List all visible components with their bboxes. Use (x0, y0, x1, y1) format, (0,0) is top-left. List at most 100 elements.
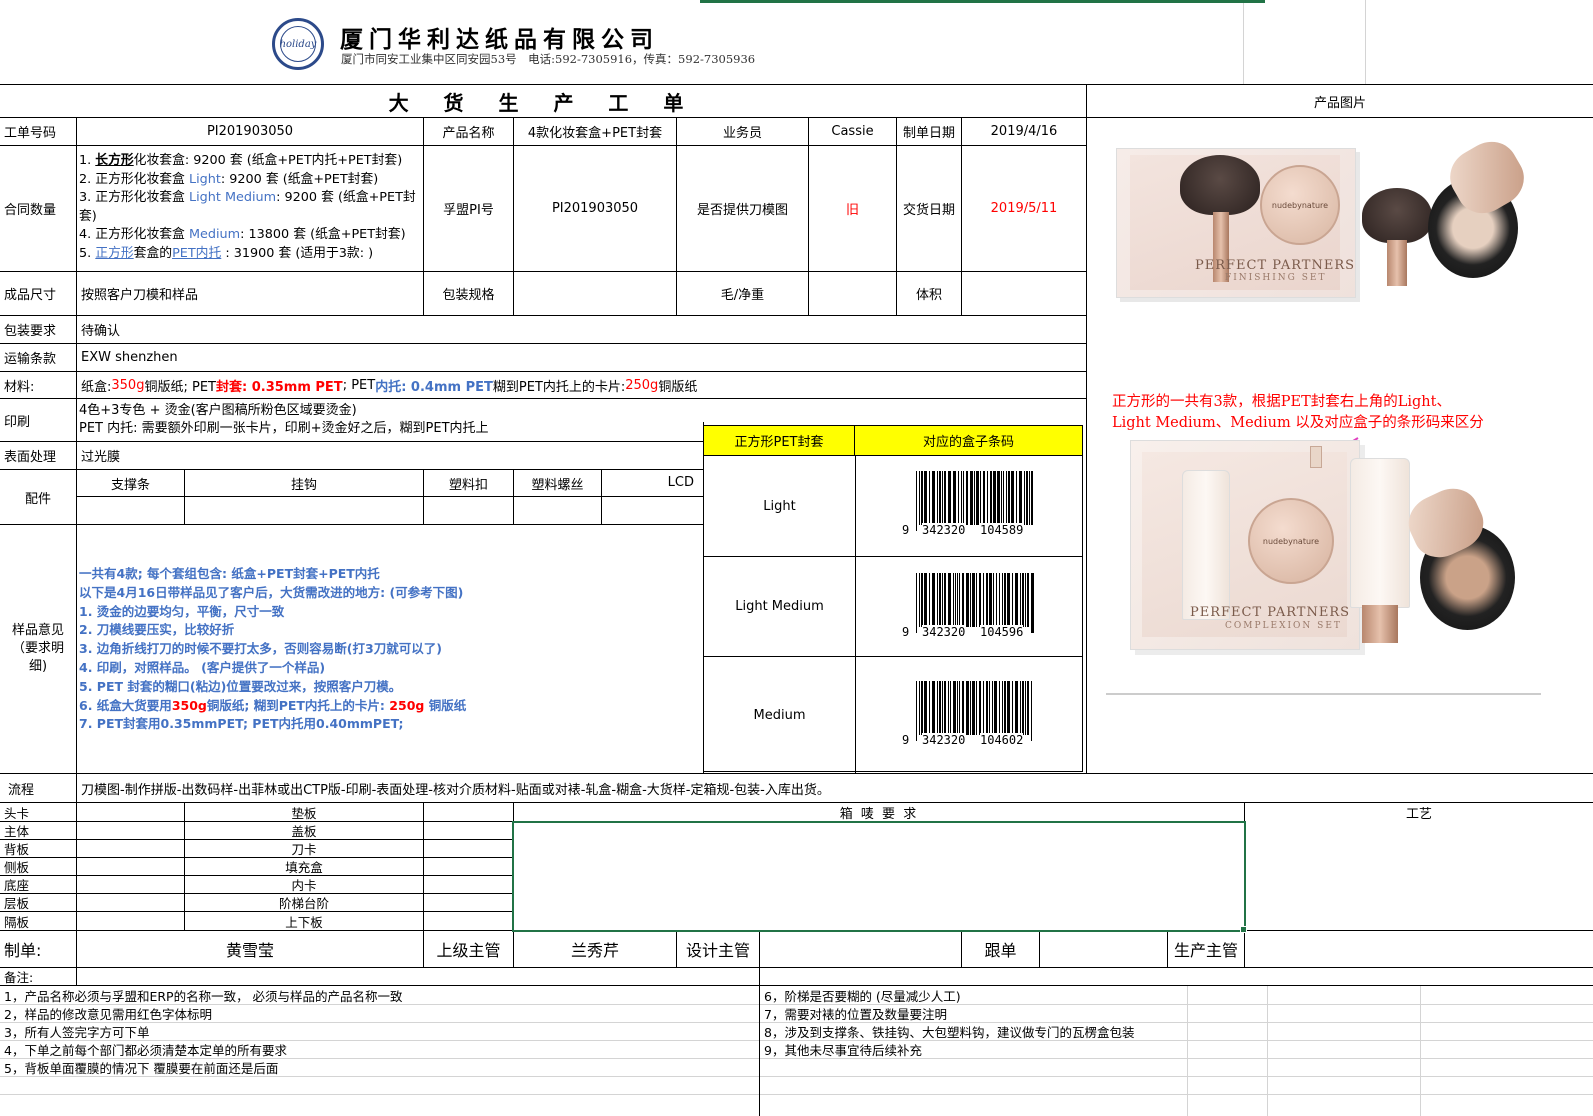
supervisor-value[interactable]: 兰秀芹 (514, 931, 676, 967)
annotation-line-1: 正方形的一共有3款，根据PET封套右上角的Light、 (1112, 394, 1451, 410)
barcode-bar (970, 681, 971, 735)
barcode-bar (937, 573, 938, 627)
pack-req-value[interactable]: 待确认 (77, 316, 677, 343)
barcode-bar (1015, 573, 1018, 627)
barcode-bar (1002, 681, 1003, 735)
salesperson-label: 业务员 (722, 126, 762, 141)
acc-col-support: 支撑条 (110, 477, 150, 493)
sample-note-line: 5. PET 封套的糊口(粘边)位置要改过来，按照客户刀模。 (79, 678, 402, 694)
remark-left: 4，下单之前每个部门都必须清楚本定单的所有要求 (4, 1042, 287, 1058)
barcode-bar (948, 471, 951, 525)
barcode-bar (944, 471, 946, 525)
material-value[interactable]: 纸盒: 350g 铜版纸; PET 封套: 0.35mm PET; PET 内托:… (77, 372, 1085, 398)
sample-note-line: 3. 边角折线打刀的时候不要打太多，否则容易断(打3刀就可以了) (79, 641, 442, 657)
craft-label: 工艺 (1405, 806, 1432, 822)
accessories-label: 配件 (24, 491, 51, 507)
contract-line-3: 3. 正方形化妆套盒 Light Medium: 9200 套 (纸盒+PET封 (79, 190, 416, 205)
sample-note-line: 一共有4款; 每个套组包含: 纸盒+PET封套+PET内托 (79, 566, 380, 581)
barcode-bar (959, 681, 960, 735)
size-value[interactable]: 按照客户刀模和样品 (77, 272, 423, 315)
barcode-bar (986, 573, 988, 627)
delivery-value[interactable]: 2019/5/11 (962, 146, 1086, 271)
part-left: 头卡 (4, 805, 30, 821)
maker-value[interactable]: 黄雪莹 (77, 931, 423, 967)
barcode-prefix: 9 (902, 625, 910, 639)
barcode-bar (942, 471, 943, 525)
process-label: 流程 (8, 782, 35, 798)
die-value[interactable]: 旧 (809, 146, 896, 271)
barcode-bar (929, 573, 930, 627)
sample-notes-label-1: 样品意见 (11, 623, 64, 638)
barcode-bar (962, 573, 964, 627)
shipping-label: 运输条款 (4, 352, 57, 367)
barcode-bar (976, 471, 979, 525)
contract-label: 合同数量 (4, 203, 57, 218)
barcode-table: 正方形PET封套 对应的盒子条码 Light Light Medium Medi… (703, 425, 1083, 773)
barcode-code1: 342320 (922, 625, 966, 639)
delivery-label: 交货日期 (902, 203, 955, 218)
barcode-header-2: 对应的盒子条码 (855, 426, 1082, 456)
product-image-1: nudebynature PERFECT PARTNERS FINISHING … (1110, 131, 1540, 300)
pi-ref-value[interactable]: PI201903050 (514, 146, 676, 271)
remark-left: 5，背板单面覆膜的情况下 覆膜要在前面还是后面 (4, 1060, 279, 1076)
order-no-label: 工单号码 (4, 126, 57, 141)
size-label: 成品尺寸 (4, 288, 57, 303)
barcode-bar (972, 573, 975, 627)
image-annotation: 正方形的一共有3款，根据PET封套右上角的Light、 Light Medium… (1112, 392, 1484, 434)
sample-notes-label-2: （要求明 (11, 641, 64, 656)
part-mid: 上下板 (285, 914, 323, 930)
sample-notes-label: 样品意见 （要求明 细) (0, 525, 76, 773)
barcode-bar (1012, 681, 1013, 735)
surface-value[interactable]: 过光膜 (77, 442, 677, 469)
barcode-bar (1027, 681, 1029, 735)
sample-notes-body[interactable]: 一共有4款; 每个套组包含: 纸盒+PET封套+PET内托 以下是4月16日带样… (79, 565, 699, 734)
salesperson[interactable]: Cassie (809, 118, 896, 145)
part-left: 层板 (4, 896, 30, 911)
product1-brand: nudebynature (1260, 165, 1340, 245)
part-mid: 垫板 (291, 805, 317, 821)
barcode-bar (957, 681, 958, 735)
pi-ref-label: 孚盟PI号 (443, 203, 494, 218)
barcode-bar (1025, 573, 1026, 627)
barcode-bar (974, 471, 975, 525)
barcode-bar (929, 681, 930, 735)
order-no[interactable]: PI201903050 (77, 118, 423, 145)
selected-cell-range[interactable] (512, 821, 1246, 932)
company-name: 厦门华利达纸品有限公司 (340, 26, 659, 53)
company-logo: holiday (272, 18, 324, 70)
product2-sub: COMPLEXION SET (1225, 621, 1342, 631)
barcode-bar (963, 471, 964, 525)
acc-col-screw: 塑料螺丝 (531, 477, 584, 493)
weight-label: 毛/净重 (720, 288, 765, 303)
barcode-bar (1012, 573, 1013, 627)
barcode-bar (950, 681, 951, 735)
barcode-bar (937, 471, 938, 525)
printing-value[interactable]: 4色+3专色 + 烫金(客户图稿所粉色区域要烫金) PET 内托: 需要额外印刷… (79, 402, 699, 438)
barcode-code2: 104602 (980, 733, 1024, 747)
barcode-header-1: 正方形PET封套 (704, 426, 855, 456)
product-name[interactable]: 4款化妆套盒+PET封套 (514, 118, 676, 145)
barcode-bar (976, 681, 977, 735)
printing-line-2: PET 内托: 需要额外印刷一张卡片，印刷+烫金好之后，糊到PET内托上 (79, 421, 489, 436)
shipping-value[interactable]: EXW shenzhen (77, 344, 677, 371)
die-label: 是否提供刀模图 (696, 203, 788, 218)
volume-label: 体积 (915, 288, 942, 303)
barcode-bar (919, 681, 920, 735)
barcode-bar (959, 573, 960, 627)
barcode-bar (944, 573, 946, 627)
barcode-code2: 104589 (980, 523, 1024, 537)
acc-col-lcd: LCD (667, 475, 694, 490)
barcode-bar (953, 681, 956, 741)
part-mid: 刀卡 (291, 842, 317, 857)
barcode-bar (939, 471, 941, 525)
barcode-bar (970, 471, 973, 525)
company-address: 厦门市同安工业集中区同安园53号 电话:592-7305916，传真：592-7… (341, 52, 756, 66)
barcode-bar (1008, 471, 1010, 525)
design-label: 设计主管 (685, 941, 750, 960)
sample-note-line: 2. 刀模线要压实，比较好折 (79, 622, 235, 638)
process-value[interactable]: 刀模图-制作拼版-出数码样-出菲林或出CTP版-印刷-表面处理-核对介质材料-贴… (77, 774, 1177, 802)
barcode-row-name: Light Medium (735, 599, 824, 614)
contract-lines[interactable]: 1. 长方形化妆套盒: 9200 套 (纸盒+PET内托+PET封套) 2. 正… (79, 152, 421, 263)
barcode-bar (924, 573, 927, 627)
order-date[interactable]: 2019/4/16 (962, 118, 1086, 145)
